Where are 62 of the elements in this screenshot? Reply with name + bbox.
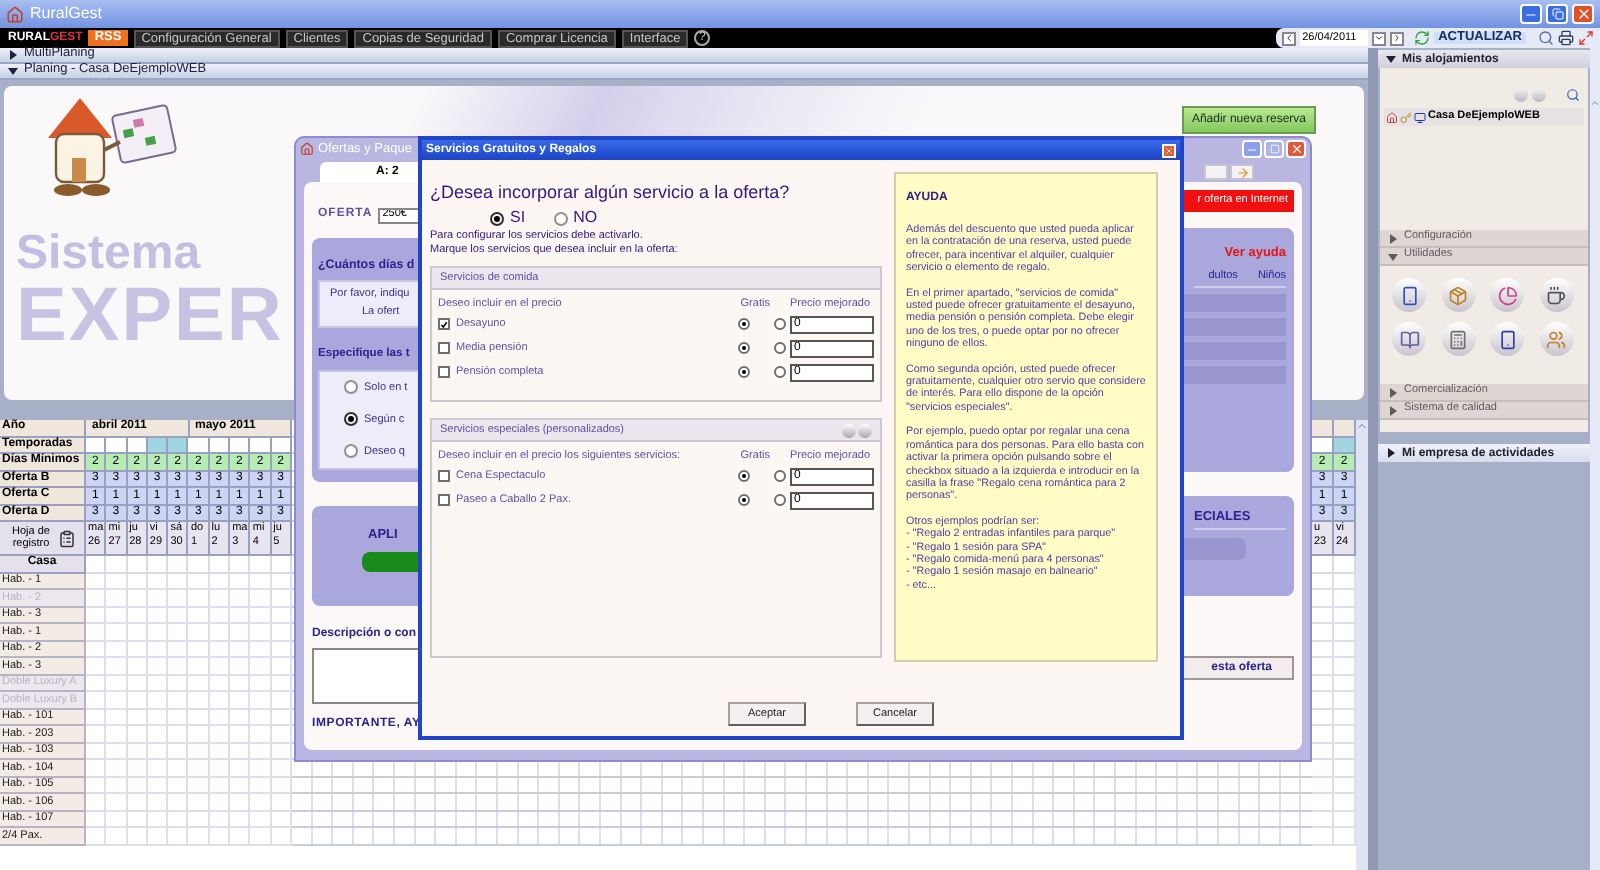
book-icon	[1399, 329, 1419, 349]
coffee-cup-icon	[1546, 285, 1566, 305]
radio-option[interactable]: SI	[490, 210, 526, 226]
house-icon	[6, 5, 24, 23]
utility-button[interactable]	[1392, 278, 1426, 312]
expand-arrow-icon[interactable]	[1386, 448, 1396, 458]
utility-button[interactable]	[1441, 322, 1475, 356]
radio-button[interactable]	[738, 366, 750, 378]
collapse-arrow-icon[interactable]	[1386, 54, 1396, 64]
smartphone-icon	[1497, 329, 1517, 349]
close-button[interactable]	[1572, 4, 1594, 24]
utility-button[interactable]	[1392, 322, 1426, 356]
question-text: ¿Desea incorporar algún servicio a la oferta?	[430, 184, 792, 202]
search-icon[interactable]	[1538, 30, 1554, 46]
refresh-icon[interactable]	[1414, 30, 1431, 46]
pie-chart-icon	[1497, 285, 1517, 305]
previous-day-button[interactable]	[1282, 31, 1297, 45]
clipboard-icon	[57, 529, 75, 547]
header-cell	[1334, 420, 1356, 437]
expand-arrow-icon[interactable]	[8, 50, 18, 60]
close-icon	[1289, 142, 1303, 156]
house-icon	[300, 142, 314, 156]
radio-button[interactable]	[774, 494, 786, 506]
minimize-button[interactable]	[1520, 4, 1542, 24]
restore-icon	[1551, 8, 1563, 20]
dropdown-button[interactable]	[1372, 31, 1387, 45]
utility-button[interactable]	[1539, 278, 1573, 312]
smartphone-icon	[1399, 285, 1419, 305]
search-icon[interactable]	[1566, 88, 1580, 102]
minimize-icon	[1524, 8, 1538, 22]
package-icon	[1448, 285, 1468, 305]
next-day-button[interactable]	[1390, 31, 1405, 45]
restore-button[interactable]	[1546, 4, 1568, 24]
collapse-arrow-icon[interactable]	[8, 66, 18, 76]
key-icon	[1400, 111, 1412, 123]
monitor-icon	[1414, 111, 1426, 123]
header-cell	[1312, 420, 1334, 437]
radio-button[interactable]	[774, 318, 786, 330]
checkmark-icon	[440, 319, 448, 329]
radio-button[interactable]	[738, 342, 750, 354]
radio-button[interactable]	[738, 470, 750, 482]
maximize-icon	[1269, 144, 1279, 154]
close-button[interactable]	[1286, 140, 1306, 158]
minimize-icon	[1246, 144, 1258, 156]
close-button[interactable]	[1162, 143, 1176, 157]
calculator-icon	[1448, 329, 1468, 349]
radio-option[interactable]: NO	[553, 210, 598, 226]
radio-button[interactable]	[738, 318, 750, 330]
house-icon	[1386, 111, 1398, 123]
utility-button[interactable]	[1490, 322, 1524, 356]
fullscreen-icon[interactable]	[1578, 30, 1594, 46]
utility-button[interactable]	[1490, 278, 1524, 312]
minimize-button[interactable]	[1242, 140, 1262, 158]
printer-icon[interactable]	[1558, 30, 1574, 46]
radio-button[interactable]	[774, 366, 786, 378]
radio-button[interactable]	[774, 342, 786, 354]
close-icon	[1575, 6, 1591, 22]
radio-button[interactable]	[738, 494, 750, 506]
window-title: RuralGest	[30, 2, 103, 26]
banner-title: Sistema	[16, 230, 201, 278]
people-icon	[1546, 329, 1566, 349]
radio-button[interactable]	[774, 470, 786, 482]
